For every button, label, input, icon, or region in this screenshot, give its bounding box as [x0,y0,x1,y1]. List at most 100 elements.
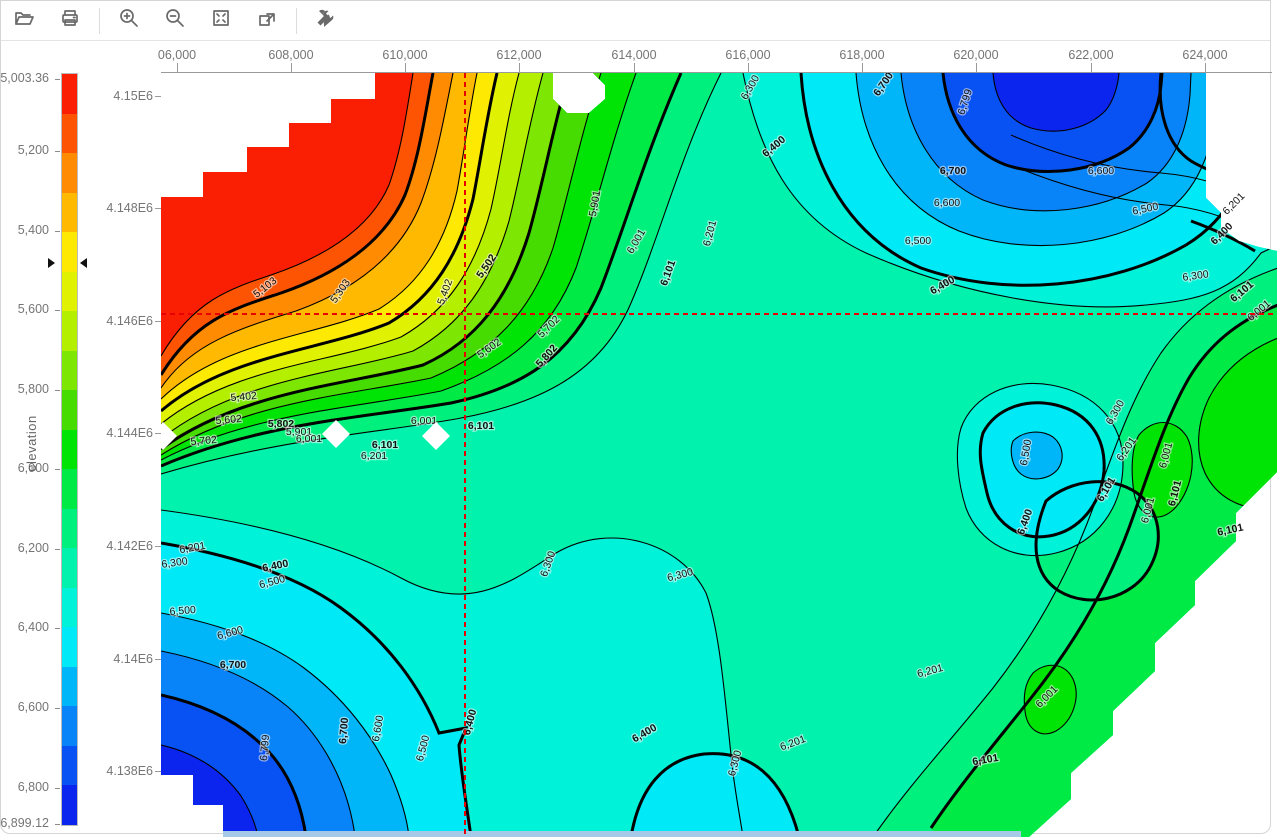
colorbar-band [62,588,77,628]
colorbar-tick-label: 6,800 [18,780,49,794]
contour-fills [161,73,1277,837]
y-axis-tick-label: 4.142E6 [105,539,153,553]
colorbar-tick-label: 5,800 [18,382,49,396]
colorbar-band [62,548,77,588]
colorbar-tick-label: 5,200 [18,143,49,157]
y-axis-tick-label: 4.15E6 [105,89,153,103]
toolbar-separator [296,8,297,34]
colorbar-tick [55,788,60,789]
contour-value-label: 6,600 [1088,165,1114,177]
colorbar-band [62,785,77,825]
y-axis-tick-label: 4.148E6 [105,201,153,215]
colorbar-band [62,232,77,272]
app-panel: 5,003.365,2005,4005,6005,8006,0006,2006,… [0,0,1271,834]
colorbar-band [62,746,77,786]
printer-icon [59,7,81,34]
x-axis-tick [634,63,635,72]
contour-value-label: 6,201 [361,450,387,462]
contour-map[interactable]: 5,1035,3035,4025,4025,5025,6025,6025,702… [161,73,1277,837]
colorbar-tick-label: 5,003.36 [0,71,49,85]
contour-value-label: 6,700 [337,717,351,744]
colorbar-band [62,74,77,114]
colorbar-band [62,311,77,351]
colorbar-band [62,706,77,746]
colorbar-band [62,114,77,154]
print-button[interactable] [47,4,93,38]
x-axis-tick [1091,63,1092,72]
contour-value-label: 6,700 [940,165,966,177]
open-button[interactable] [1,4,47,38]
colorbar-tick [55,390,60,391]
x-axis-tick-label: 612,000 [496,48,541,62]
colorbar-tick [55,469,60,470]
colorbar-band [62,351,77,391]
zoom-in-button[interactable] [106,4,152,38]
contour-value-label: 6,500 [905,235,931,247]
wrench-icon [315,7,337,34]
x-axis-tick [291,63,292,72]
colorbar-band [62,627,77,667]
colorbar-band [62,509,77,549]
zoom-out-button[interactable] [152,4,198,38]
contour-value-label: 5,602 [215,413,242,427]
x-axis-tick [177,63,178,72]
export-view-button[interactable] [244,4,290,38]
colorbar-tick-label: 5,600 [18,302,49,316]
x-axis-tick [976,63,977,72]
contour-value-label: 6,101 [468,420,494,432]
x-axis-tick [862,63,863,72]
x-axis-tick-label: 614,000 [611,48,656,62]
contour-value-label: 5,702 [190,434,217,448]
settings-button[interactable] [303,4,349,38]
contour-value-label: 6,500 [169,604,196,618]
contour-value-label: 6,799 [258,734,272,761]
y-axis-tick-label: 4.138E6 [105,764,153,778]
zoom-out-icon [164,7,186,34]
zoom-extents-button[interactable] [198,4,244,38]
colorbar-band [62,469,77,509]
x-axis-tick-label: 622,000 [1068,48,1113,62]
x-axis-tick [405,63,406,72]
colorbar-band [62,430,77,470]
colorbar-tick [55,231,60,232]
elevation-colorbar [61,73,78,826]
colorbar-tick [55,310,60,311]
x-axis-tick-label: 610,000 [382,48,427,62]
colorbar-tick [55,708,60,709]
contour-value-label: 6,001 [296,433,322,445]
colorbar-tick [55,151,60,152]
colorbar-title: elevation [24,415,39,472]
y-axis-tick-label: 4.144E6 [105,426,153,440]
zoom-extents-icon [210,7,232,34]
y-axis-tick-label: 4.146E6 [105,314,153,328]
colorbar-tick-label: 6,200 [18,541,49,555]
colorbar-band [62,153,77,193]
export-view-icon [256,7,278,34]
colorbar-tick [55,628,60,629]
toolbar-separator [99,8,100,34]
folder-open-icon [13,7,35,34]
colorbar-band [62,272,77,312]
x-axis-tick-label: 608,000 [268,48,313,62]
x-axis-tick-label: 624,000 [1182,48,1227,62]
contour-value-label: 6,201 [1220,190,1247,217]
y-axis-tick-label: 4.14E6 [105,652,153,666]
colorbar-tick-label: 6,899.12 [0,816,49,830]
colorbar-tick [55,824,60,825]
contour-value-label: 6,600 [934,197,960,209]
x-axis-tick [1205,63,1206,72]
x-axis-tick-label: 616,000 [725,48,770,62]
colorbar-band [62,667,77,707]
zoom-in-icon [118,7,140,34]
colorbar-handle-right-icon[interactable] [80,258,87,268]
contour-value-label: 5,402 [230,390,257,404]
colorbar-handle-left-icon[interactable] [48,258,55,268]
x-axis-tick-label: 620,000 [953,48,998,62]
x-axis-tick [519,63,520,72]
colorbar-tick [55,79,60,80]
colorbar-band [62,193,77,233]
colorbar-tick-label: 6,400 [18,620,49,634]
x-axis-tick-label: 06,000 [158,48,196,62]
colorbar-band [62,390,77,430]
contour-value-label: 6,700 [220,659,246,671]
